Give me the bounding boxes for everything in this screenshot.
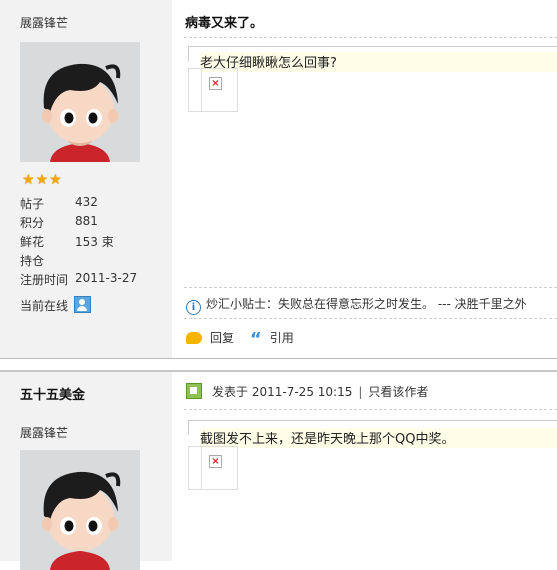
- posted-time: 2011-7-25 10:15: [251, 385, 353, 399]
- stat-label: 注册时间: [20, 273, 69, 287]
- broken-image-icon: ×: [209, 77, 222, 90]
- stat-label: 持仓: [20, 254, 45, 268]
- only-author-link[interactable]: 只看该作者: [368, 385, 428, 399]
- author-name[interactable]: 五十五美金: [20, 384, 85, 403]
- stat-holdings: 持仓: [20, 252, 44, 269]
- divider: [184, 287, 557, 288]
- broken-image[interactable]: ×: [188, 446, 238, 490]
- broken-image[interactable]: ×: [188, 68, 238, 112]
- stat-value: 881: [75, 214, 98, 228]
- stat-label: 积分: [20, 216, 45, 230]
- stat-points: 积分 881: [20, 214, 98, 231]
- post-content: 发表于 2011-7-25 10:15 | 只看该作者 截图发不上来，还是昨天晚上那…: [172, 372, 557, 561]
- post-meta: 发表于 2011-7-25 10:15 | 只看该作者: [186, 383, 428, 400]
- quote-button[interactable]: “ 引用: [249, 329, 294, 350]
- avatar[interactable]: [20, 450, 140, 570]
- author-rank: 展露锋芒: [20, 16, 69, 30]
- rating-stars: ★★★: [22, 172, 63, 188]
- image-border: [201, 447, 202, 489]
- stat-label: 帖子: [20, 197, 45, 211]
- trading-tip: i 炒汇小贴士：失败总在得意忘形之时发生。 --- 决胜千里之外: [186, 295, 527, 315]
- author-sidebar: 展露锋芒 ★★★ 帖子 432 积分 881 鲜花 153 束 持仓 注册时间 …: [0, 0, 172, 358]
- posted-label: 发表于: [212, 385, 249, 399]
- stat-value: 153 束: [75, 235, 114, 249]
- reply-label: 回复: [210, 331, 235, 345]
- star-icon: ★: [35, 172, 49, 188]
- message-text: 截图发不上来，还是昨天晚上那个QQ中奖。: [200, 428, 557, 448]
- reply-icon: [186, 332, 202, 344]
- info-icon: i: [186, 300, 201, 315]
- post-content: 病毒又来了。 老大仔细瞅瞅怎么回事? × i 炒汇小贴士：失败总在得意忘形之时发生…: [172, 0, 557, 358]
- message-text: 老大仔细瞅瞅怎么回事?: [200, 52, 557, 72]
- post-1: 展露锋芒 ★★★ 帖子 432 积分 881 鲜花 153 束 持仓 注册时间 …: [0, 0, 557, 359]
- avatar[interactable]: [20, 42, 140, 162]
- quote-icon: “: [249, 329, 262, 350]
- stat-posts: 帖子 432: [20, 195, 98, 212]
- stat-value: 2011-3-27: [75, 271, 138, 285]
- divider: [184, 318, 557, 319]
- post-icon: [186, 383, 202, 399]
- tip-text: 炒汇小贴士：失败总在得意忘形之时发生。 --- 决胜千里之外: [206, 297, 527, 311]
- image-border: [201, 69, 202, 111]
- online-status: 当前在线: [20, 296, 92, 314]
- reply-button[interactable]: 回复: [186, 329, 234, 346]
- online-user-icon[interactable]: [74, 296, 92, 313]
- author-sidebar: 五十五美金 展露锋芒: [0, 372, 172, 570]
- divider: [184, 37, 557, 38]
- separator: |: [358, 385, 363, 399]
- post-2: 五十五美金 展露锋芒 发表于 2011-7-25 10:15 | 只看该作者 截…: [0, 370, 557, 570]
- divider: [184, 409, 557, 410]
- stat-label: 鲜花: [20, 235, 45, 249]
- online-label: 当前在线: [20, 299, 69, 313]
- broken-image-icon: ×: [209, 455, 222, 468]
- post-title: 病毒又来了。: [185, 16, 264, 31]
- cartoon-avatar-icon: [20, 450, 140, 570]
- stat-register-date: 注册时间 2011-3-27: [20, 271, 137, 288]
- star-icon: ★: [49, 172, 62, 188]
- quote-label: 引用: [269, 331, 294, 345]
- author-rank: 展露锋芒: [20, 426, 69, 440]
- stat-value: 432: [75, 195, 98, 209]
- star-icon: ★: [22, 172, 35, 188]
- cartoon-avatar-icon: [20, 42, 140, 162]
- post-actions: 回复 “ 引用: [186, 329, 306, 350]
- stat-flowers: 鲜花 153 束: [20, 233, 114, 250]
